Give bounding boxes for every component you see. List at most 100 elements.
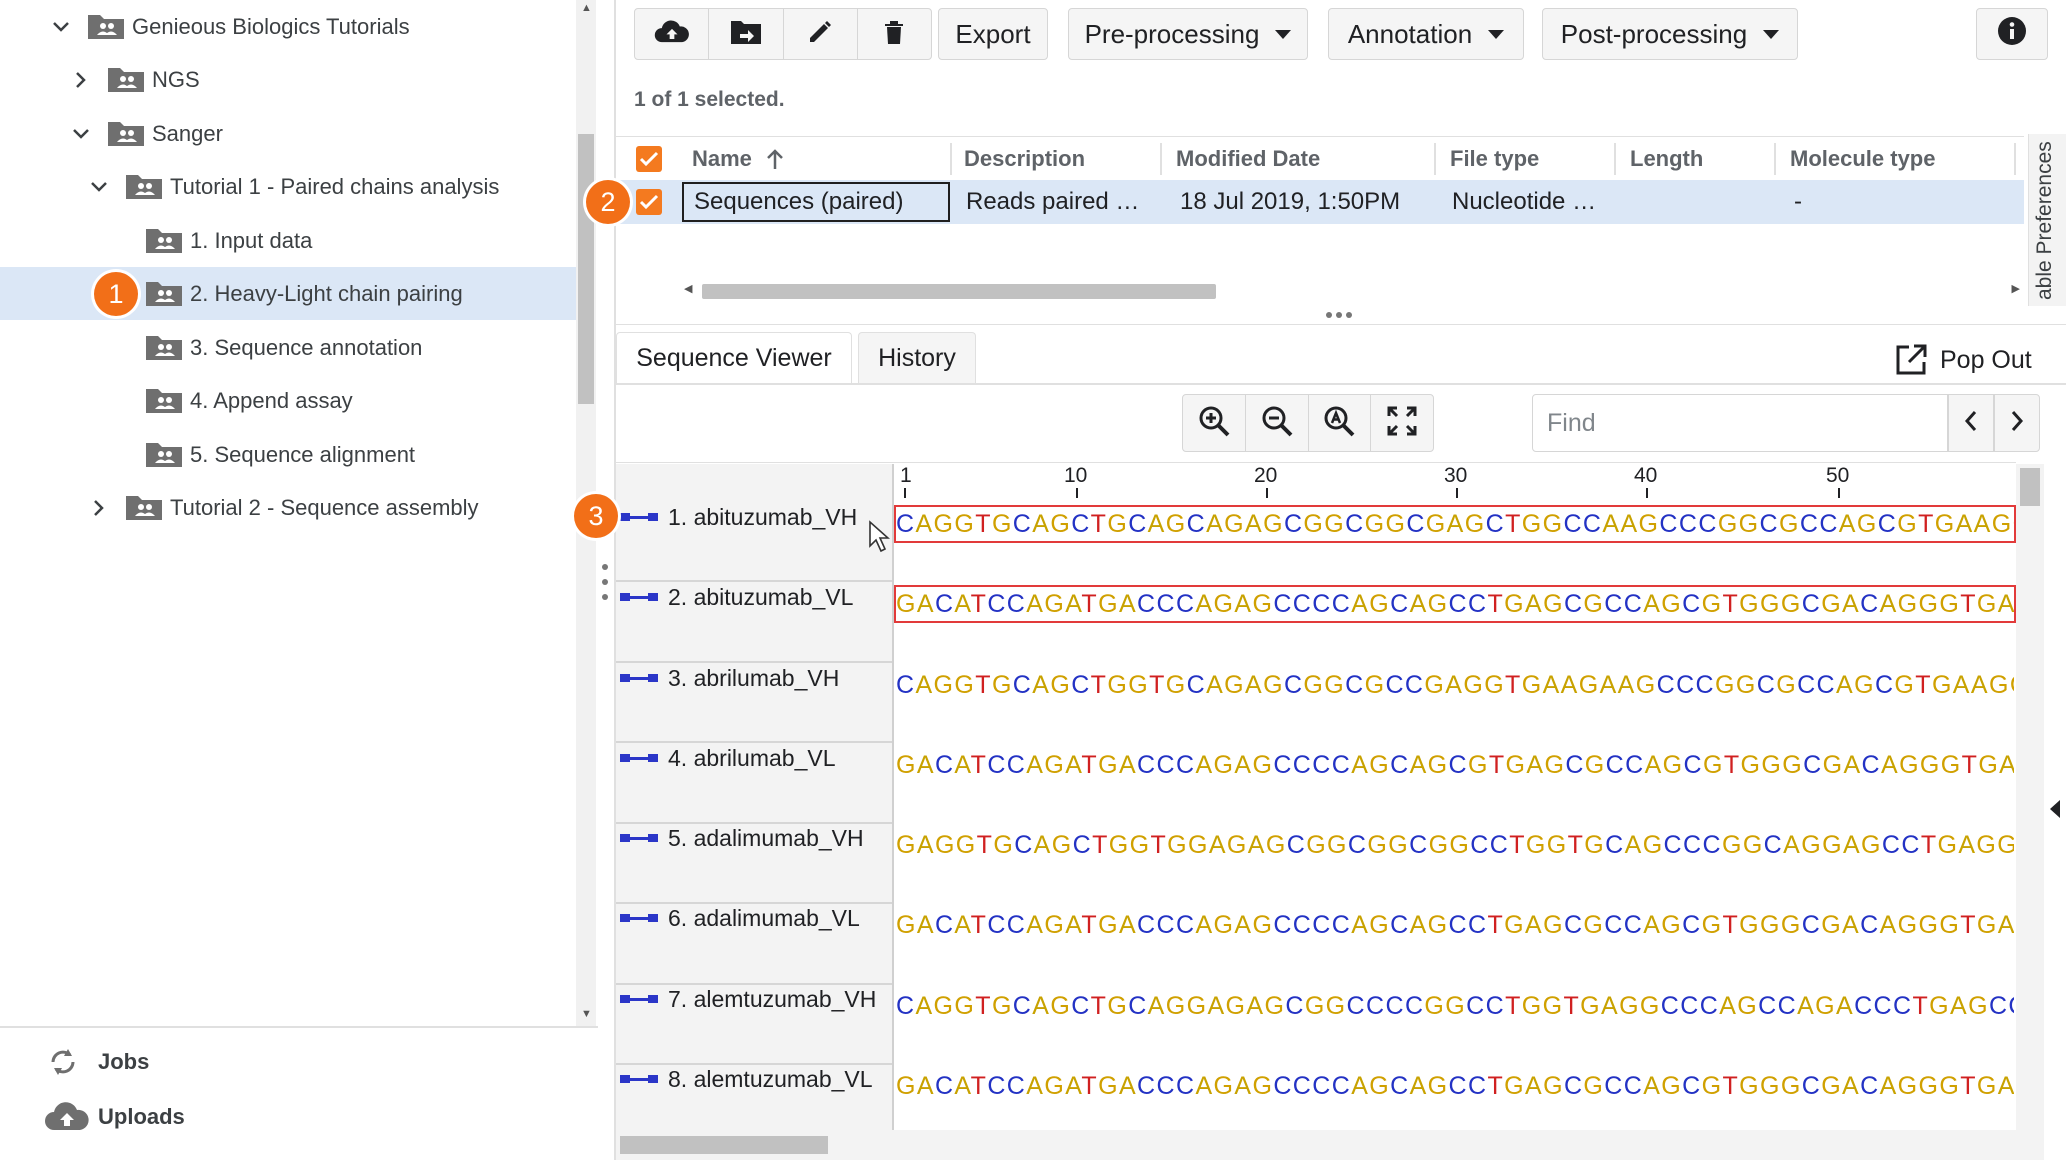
scroll-up-arrow-icon[interactable]: ▲ <box>581 2 592 14</box>
tree-item-label: 1. Input data <box>190 227 313 253</box>
tree-item-root[interactable]: Genieous Biologics Tutorials <box>0 0 578 53</box>
sequence-name-5[interactable]: 5. adalimumab_VH <box>620 818 864 858</box>
uploads-label: Uploads <box>98 1104 185 1129</box>
annotation-dropdown[interactable]: Annotation <box>1328 8 1524 60</box>
tree-item-sanger[interactable]: Sanger <box>0 107 578 160</box>
tree-item-input-data[interactable]: 1. Input data <box>0 214 578 267</box>
expand-side-panel-arrow-icon[interactable] <box>2050 800 2060 818</box>
column-header-molecule-type[interactable]: Molecule type <box>1790 137 1935 181</box>
scroll-left-arrow-icon[interactable]: ◀ <box>684 282 692 295</box>
row-checkbox[interactable] <box>636 189 662 215</box>
column-header-name[interactable]: Name <box>692 137 784 181</box>
table-scrollbar-thumb[interactable] <box>702 284 1216 299</box>
sequence-name-label: 2. abituzumab_VL <box>668 583 854 610</box>
sequence-bases-2[interactable]: GACATCCAGATGACCCAGAGCCCCAGCAGCCTGAGCGCCA… <box>894 585 2016 623</box>
tree-scrollbar-thumb[interactable] <box>578 134 594 404</box>
trash-icon <box>883 19 905 50</box>
tree-item-tutorial-2[interactable]: Tutorial 2 - Sequence assembly <box>0 481 578 534</box>
chevron-right-icon[interactable] <box>88 497 110 519</box>
sequence-name-4[interactable]: 4. abrilumab_VL <box>620 738 836 778</box>
table-preferences-tab[interactable]: able Preferences <box>2028 134 2066 306</box>
sequence-bases-7[interactable]: CAGGTGCAGCTGCAGGAGAGCGGCCCCGGCCTGGTGAGGC… <box>896 989 2014 1023</box>
zoom-reset-icon <box>1322 404 1356 443</box>
zoom-in-button[interactable] <box>1183 395 1246 451</box>
postprocessing-dropdown[interactable]: Post-processing <box>1542 8 1798 60</box>
shared-folder-icon <box>144 278 184 308</box>
zoom-out-button[interactable] <box>1246 395 1309 451</box>
sequence-name-7[interactable]: 7. alemtuzumab_VH <box>620 979 876 1019</box>
sequence-name-3[interactable]: 3. abrilumab_VH <box>620 658 839 698</box>
viewer-horizontal-scrollbar[interactable] <box>616 1130 2046 1160</box>
sequence-name-2[interactable]: 2. abituzumab_VL <box>620 577 853 617</box>
chevron-right-icon[interactable] <box>70 69 92 91</box>
move-to-folder-button[interactable] <box>709 9 784 59</box>
ruler-label: 20 <box>1254 464 1278 487</box>
sequence-name-6[interactable]: 6. adalimumab_VL <box>620 898 860 938</box>
ruler-tick <box>1838 488 1840 498</box>
tree-item-label: Tutorial 2 - Sequence assembly <box>170 494 479 520</box>
column-header-file-type[interactable]: File type <box>1450 137 1539 181</box>
column-header-description[interactable]: Description <box>964 137 1085 181</box>
uploads-item[interactable]: Uploads <box>44 1102 185 1132</box>
preprocessing-dropdown[interactable]: Pre-processing <box>1068 8 1308 60</box>
sequence-track-icon <box>620 1075 658 1083</box>
pop-out-button[interactable]: Pop Out <box>1894 340 2032 380</box>
viewer-vertical-scrollbar-thumb[interactable] <box>2020 468 2040 506</box>
tree-item-append-assay[interactable]: 4. Append assay <box>0 374 578 427</box>
sequence-track-icon <box>620 834 658 842</box>
scroll-right-arrow-icon[interactable]: ▶ <box>2012 282 2020 295</box>
tree-item-label: 4. Append assay <box>190 387 353 413</box>
sequence-bases-1[interactable]: CAGGTGCAGCTGCAGCAGAGCGGCGGCGAGCTGGCCAAGC… <box>894 505 2016 543</box>
sequence-bases-4[interactable]: GACATCCAGATGACCCAGAGCCCCAGCAGCGTGAGCGCCA… <box>896 748 2014 782</box>
viewer-horizontal-scrollbar-thumb[interactable] <box>620 1136 828 1154</box>
chevron-down-icon[interactable] <box>50 16 72 38</box>
sequence-name-label: 7. alemtuzumab_VH <box>668 985 877 1012</box>
ruler-label: 1 <box>900 464 912 487</box>
column-header-length[interactable]: Length <box>1630 137 1703 181</box>
jobs-item[interactable]: Jobs <box>46 1044 149 1080</box>
splitter-grip-icon[interactable] <box>1326 312 1352 318</box>
sort-ascending-arrow-icon <box>766 148 784 170</box>
chevron-down-icon[interactable] <box>70 123 92 145</box>
shared-folder-icon <box>144 439 184 469</box>
sequence-bases-6[interactable]: GACATCCAGATGACCCAGAGCCCCAGCAGCCTGAGCGCCA… <box>896 908 2014 942</box>
folder-tree-panel: Genieous Biologics Tutorials NGS Sanger … <box>0 0 598 1162</box>
cell-name[interactable]: Sequences (paired) <box>682 182 950 222</box>
fullscreen-button[interactable] <box>1371 395 1433 451</box>
find-previous-button[interactable] <box>1948 394 1994 452</box>
sequence-bases-5[interactable]: GAGGTGCAGCTGGTGGAGAGCGGCGGCGGCCTGGTGCAGC… <box>896 828 2014 862</box>
panel-resize-grip-icon[interactable] <box>600 564 610 600</box>
tree-item-ngs[interactable]: NGS <box>0 53 578 106</box>
sequence-name-8[interactable]: 8. alemtuzumab_VL <box>620 1059 873 1099</box>
mouse-cursor-icon <box>868 520 891 559</box>
find-next-button[interactable] <box>1994 394 2040 452</box>
viewer-vertical-scrollbar[interactable] <box>2016 464 2044 1130</box>
sequence-bases-8[interactable]: GACATCCAGATGACCCAGAGCCCCAGCAGCCTGAGCGCCA… <box>896 1069 2014 1103</box>
tree-item-sequence-annotation[interactable]: 3. Sequence annotation <box>0 321 578 374</box>
sequence-bases-3[interactable]: CAGGTGCAGCTGGTGCAGAGCGGCGCCGAGGTGAAGAAGC… <box>896 668 2014 702</box>
sequence-name-label: 6. adalimumab_VL <box>668 904 860 931</box>
sequence-name-1[interactable]: 1. abituzumab_VH <box>620 497 857 537</box>
export-button[interactable]: Export <box>938 8 1048 60</box>
find-input[interactable] <box>1532 394 1948 452</box>
upload-button[interactable] <box>635 9 710 59</box>
tree-item-heavy-light-pairing[interactable]: 2. Heavy-Light chain pairing <box>0 267 578 320</box>
edit-button[interactable] <box>784 9 858 59</box>
select-all-checkbox[interactable] <box>636 146 662 172</box>
info-button[interactable] <box>1976 8 2048 60</box>
chevron-down-icon[interactable] <box>88 176 110 198</box>
fullscreen-icon <box>1386 405 1418 442</box>
tree-item-tutorial-1[interactable]: Tutorial 1 - Paired chains analysis <box>0 160 578 213</box>
ruler-label: 30 <box>1444 464 1468 487</box>
column-header-modified-date[interactable]: Modified Date <box>1176 137 1320 181</box>
tab-sequence-viewer[interactable]: Sequence Viewer <box>616 332 852 384</box>
ruler-tick <box>1456 488 1458 498</box>
zoom-in-icon <box>1197 404 1231 443</box>
tab-history[interactable]: History <box>858 332 976 384</box>
tree-item-sequence-alignment[interactable]: 5. Sequence alignment <box>0 428 578 481</box>
delete-button[interactable] <box>858 9 931 59</box>
export-label: Export <box>955 18 1031 49</box>
scroll-down-arrow-icon[interactable]: ▼ <box>581 1008 592 1020</box>
shared-folder-icon <box>144 332 184 362</box>
zoom-to-fit-button[interactable] <box>1309 395 1372 451</box>
